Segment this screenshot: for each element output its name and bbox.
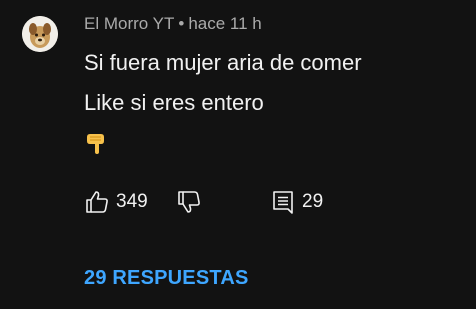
meta-separator: • — [178, 14, 185, 33]
reply-button[interactable]: 29 — [270, 188, 323, 216]
comment-actions: 349 29 — [84, 188, 464, 216]
dog-avatar-icon — [22, 16, 58, 52]
comment-text-line: Like si eres entero — [84, 90, 264, 115]
pointing-down-emoji-icon — [84, 129, 110, 155]
thumbs-up-icon — [86, 191, 108, 213]
like-button[interactable]: 349 — [84, 188, 148, 216]
view-replies-link[interactable]: 29 RESPUESTAS — [84, 265, 249, 291]
comment-meta: El Morro YT • hace 11 h — [84, 14, 262, 34]
like-count: 349 — [116, 191, 148, 212]
comment-icon — [273, 191, 293, 214]
thumbs-down-icon — [178, 191, 200, 213]
comment-time: hace 11 h — [188, 14, 262, 33]
dislike-button[interactable] — [176, 188, 202, 216]
author-name[interactable]: El Morro YT — [84, 14, 174, 33]
comment-text-line: Si fuera mujer aria de comer — [84, 50, 362, 75]
reply-count: 29 — [302, 191, 324, 212]
avatar[interactable] — [22, 16, 58, 52]
